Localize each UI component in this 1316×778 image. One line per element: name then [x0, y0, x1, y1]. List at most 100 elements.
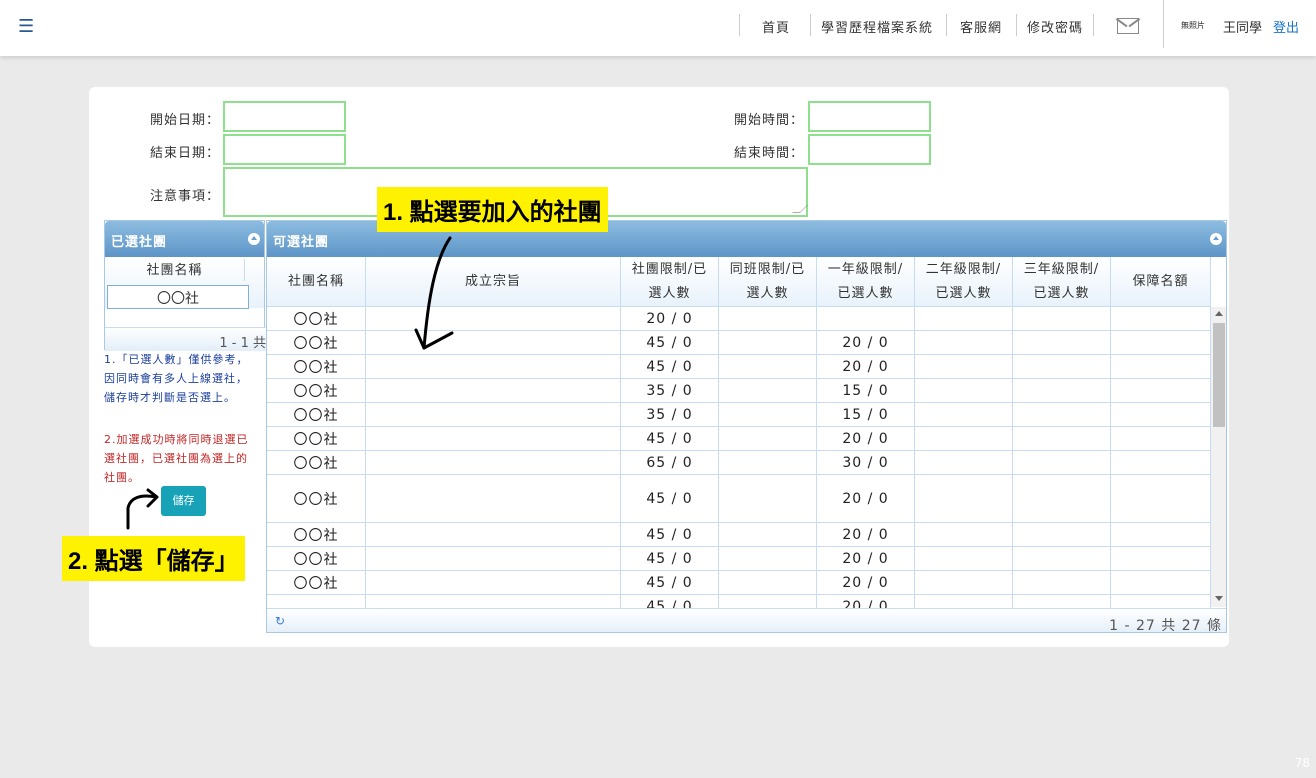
table-cell-guaranteed-quota	[1111, 307, 1211, 331]
table-cell-club-limit: 45 / 0	[621, 331, 719, 355]
scroll-up-icon[interactable]	[1215, 311, 1223, 316]
table-cell-grade1-limit	[817, 307, 915, 331]
table-cell-class-limit	[719, 355, 817, 379]
table-cell-grade3-limit	[1013, 403, 1111, 427]
table-cell-grade1-limit: 20 / 0	[817, 571, 915, 595]
table-cell-club-limit: 35 / 0	[621, 403, 719, 427]
column-header-club-name[interactable]: 社團名稱	[105, 259, 245, 281]
table-cell-class-limit	[719, 475, 817, 523]
nav-link-service[interactable]: 客服網	[960, 17, 1002, 36]
table-cell-guaranteed-quota	[1111, 475, 1211, 523]
selected-clubs-panel: 已選社團 社團名稱 〇〇社 1 - 1 共	[104, 220, 266, 351]
table-cell-class-limit	[719, 379, 817, 403]
table-cell-club-name[interactable]: 〇〇社	[267, 355, 366, 379]
table-cell-grade1-limit: 15 / 0	[817, 379, 915, 403]
table-cell-purpose	[366, 307, 621, 331]
nav-divider	[946, 14, 947, 36]
table-cell-club-name[interactable]: 〇〇社	[267, 403, 366, 427]
table-cell-club-name[interactable]: 〇〇社	[267, 571, 366, 595]
table-cell-club-limit: 45 / 0	[621, 475, 719, 523]
available-clubs-title: 可選社團	[273, 235, 330, 250]
table-cell-grade1-limit: 20 / 0	[817, 523, 915, 547]
notes-label: 注意事項：	[150, 189, 221, 204]
column-header-guaranteed-quota[interactable]: 保障名額	[1111, 257, 1211, 307]
table-cell-purpose	[366, 571, 621, 595]
hamburger-icon[interactable]: ☰	[18, 16, 34, 37]
table-cell-purpose	[366, 523, 621, 547]
table-cell-purpose	[366, 451, 621, 475]
table-cell-purpose	[366, 547, 621, 571]
end-time-input[interactable]	[808, 134, 931, 165]
column-header-purpose[interactable]: 成立宗旨	[366, 257, 621, 307]
logout-link[interactable]: 登出	[1273, 17, 1299, 36]
table-cell-club-name[interactable]: 〇〇社	[267, 307, 366, 331]
nav-divider	[1093, 14, 1094, 36]
resize-grip-icon[interactable]	[792, 205, 808, 213]
column-header-club-name[interactable]: 社團名稱	[267, 257, 366, 307]
table-cell-grade3-limit	[1013, 379, 1111, 403]
start-date-input[interactable]	[223, 101, 346, 132]
table-cell-guaranteed-quota	[1111, 355, 1211, 379]
user-name: 王同學	[1223, 21, 1263, 36]
table-cell-grade2-limit	[915, 451, 1013, 475]
table-cell-grade2-limit	[915, 355, 1013, 379]
top-navbar: ☰ 首頁 學習歷程檔案系統 客服網 修改密碼 無照片 王同學 登出	[0, 0, 1316, 56]
grid-scrollbar[interactable]	[1211, 307, 1226, 607]
table-cell-grade1-limit: 20 / 0	[817, 355, 915, 379]
nav-link-change-password[interactable]: 修改密碼	[1027, 17, 1083, 36]
column-header-club-limit[interactable]: 社團限制/已 選人數	[621, 257, 719, 307]
nav-link-home[interactable]: 首頁	[762, 17, 790, 36]
table-cell-class-limit	[719, 547, 817, 571]
table-cell-class-limit	[719, 427, 817, 451]
selected-club-row[interactable]: 〇〇社	[107, 285, 249, 309]
table-cell-club-limit: 35 / 0	[621, 379, 719, 403]
table-cell-class-limit	[719, 307, 817, 331]
table-cell-club-name[interactable]: 〇〇社	[267, 547, 366, 571]
table-cell-grade3-limit	[1013, 355, 1111, 379]
scroll-down-icon[interactable]	[1215, 596, 1223, 601]
table-cell-purpose	[366, 403, 621, 427]
table-cell-club-limit: 45 / 0	[621, 427, 719, 451]
nav-divider	[1016, 14, 1017, 36]
table-cell-club-name[interactable]: 〇〇社	[267, 523, 366, 547]
table-cell-grade1-limit: 20 / 0	[817, 427, 915, 451]
table-cell-grade2-limit	[915, 427, 1013, 451]
collapse-icon[interactable]	[248, 233, 260, 245]
table-cell-grade3-limit	[1013, 475, 1111, 523]
column-header-grade1-limit[interactable]: 一年級限制/ 已選人數	[817, 257, 915, 307]
table-cell-guaranteed-quota	[1111, 571, 1211, 595]
table-cell-club-name[interactable]: 〇〇社	[267, 451, 366, 475]
available-clubs-panel: 可選社團 社團名稱 成立宗旨 社團限制/已 選人數 同班限制/已 選人數 一年級限制/ …	[266, 220, 1227, 633]
table-cell-club-name[interactable]: 〇〇社	[267, 379, 366, 403]
column-header-grade2-limit[interactable]: 二年級限制/ 已選人數	[915, 257, 1013, 307]
table-cell-guaranteed-quota	[1111, 331, 1211, 355]
start-time-input[interactable]	[808, 101, 931, 132]
table-cell-club-limit: 45 / 0	[621, 355, 719, 379]
table-cell-grade3-limit	[1013, 331, 1111, 355]
nav-link-portfolio[interactable]: 學習歷程檔案系統	[821, 17, 933, 36]
scroll-thumb[interactable]	[1213, 323, 1225, 427]
table-cell-grade1-limit: 20 / 0	[817, 331, 915, 355]
mail-icon[interactable]	[1117, 18, 1139, 34]
table-cell-grade3-limit	[1013, 523, 1111, 547]
table-cell-purpose	[366, 427, 621, 451]
end-date-label: 結束日期：	[150, 146, 221, 161]
table-cell-club-name[interactable]: 〇〇社	[267, 475, 366, 523]
end-time-label: 結束時間：	[734, 146, 805, 161]
table-cell-grade2-limit	[915, 331, 1013, 355]
table-cell-class-limit	[719, 451, 817, 475]
end-date-input[interactable]	[223, 134, 346, 165]
table-cell-club-limit: 45 / 0	[621, 547, 719, 571]
table-cell-club-name[interactable]: 〇〇社	[267, 331, 366, 355]
collapse-icon[interactable]	[1210, 233, 1222, 245]
table-cell-grade1-limit: 15 / 0	[817, 403, 915, 427]
nav-divider	[739, 14, 740, 36]
table-cell-grade3-limit	[1013, 547, 1111, 571]
save-button[interactable]: 儲存	[161, 486, 206, 516]
table-cell-grade2-limit	[915, 307, 1013, 331]
callout-step-1: 1. 點選要加入的社團	[377, 187, 608, 232]
column-header-grade3-limit[interactable]: 三年級限制/ 已選人數	[1013, 257, 1111, 307]
refresh-icon[interactable]: ↻	[275, 614, 285, 628]
table-cell-club-name[interactable]: 〇〇社	[267, 427, 366, 451]
column-header-class-limit[interactable]: 同班限制/已 選人數	[719, 257, 817, 307]
